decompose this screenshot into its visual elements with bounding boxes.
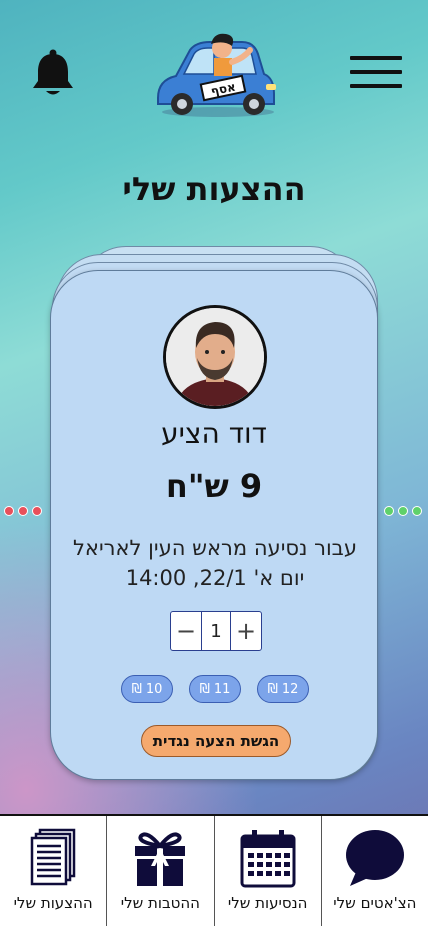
calendar-icon [236, 826, 300, 890]
price-options: 12 ₪ 11 ₪ 10 ₪ [121, 675, 309, 703]
nav-label: הצ'אטים שלי [333, 894, 417, 912]
nav-label: הנסיעות שלי [227, 894, 308, 912]
bell-icon[interactable] [30, 48, 76, 98]
nav-item-offers[interactable]: ההצעות שלי [0, 816, 106, 926]
page-title: ההצעות שלי [122, 170, 306, 208]
plus-icon[interactable]: + [231, 612, 261, 650]
pager-dot[interactable] [4, 506, 14, 516]
pager-dots-left[interactable] [4, 506, 42, 516]
hamburger-menu-icon[interactable] [350, 56, 402, 92]
nav-item-chats[interactable]: הצ'אטים שלי [320, 816, 428, 926]
pager-dot[interactable] [398, 506, 408, 516]
app-logo: אסף [150, 28, 280, 120]
price-option-chip[interactable]: 10 ₪ [121, 675, 173, 703]
ride-description: עבור נסיעה מראש העין לאריאל יום א' 22/1,… [61, 533, 369, 593]
price-option-chip[interactable]: 11 ₪ [189, 675, 241, 703]
nav-item-benefits[interactable]: ההטבות שלי [106, 816, 213, 926]
quantity-value[interactable]: 1 [201, 612, 231, 650]
nav-item-rides[interactable]: הנסיעות שלי [213, 816, 321, 926]
chat-bubble-icon [343, 826, 407, 890]
offer-card[interactable]: דוד הציע 9 ש"ח עבור נסיעה מראש העין לארי… [50, 270, 378, 780]
pager-dots-right[interactable] [384, 506, 422, 516]
offer-price: 9 ש"ח [165, 467, 263, 505]
price-option-chip[interactable]: 12 ₪ [257, 675, 309, 703]
offer-card-stack: דוד הציע 9 ש"ח עבור נסיעה מראש העין לארי… [50, 246, 380, 780]
pager-dot[interactable] [18, 506, 28, 516]
counter-offer-button[interactable]: הגשת הצעה נגדית [141, 725, 291, 757]
ride-datetime: יום א' 22/1, 14:00 [125, 566, 305, 590]
pager-dot[interactable] [384, 506, 394, 516]
minus-icon[interactable]: − [171, 612, 201, 650]
nav-label: ההטבות שלי [120, 894, 200, 912]
pager-dot[interactable] [32, 506, 42, 516]
gift-icon [128, 826, 192, 890]
driver-avatar [163, 305, 267, 409]
bottom-navigation: הצ'אטים שלי הנסיעות שלי ההטבות שלי ההצעו… [0, 814, 428, 926]
ride-route: עבור נסיעה מראש העין לאריאל [73, 536, 357, 560]
pager-dot[interactable] [412, 506, 422, 516]
nav-label: ההצעות שלי [13, 894, 93, 912]
documents-icon [21, 826, 85, 890]
top-bar: אסף [0, 0, 428, 140]
quantity-stepper[interactable]: − 1 + [170, 611, 262, 651]
offerer-name: דוד הציע [161, 417, 267, 450]
